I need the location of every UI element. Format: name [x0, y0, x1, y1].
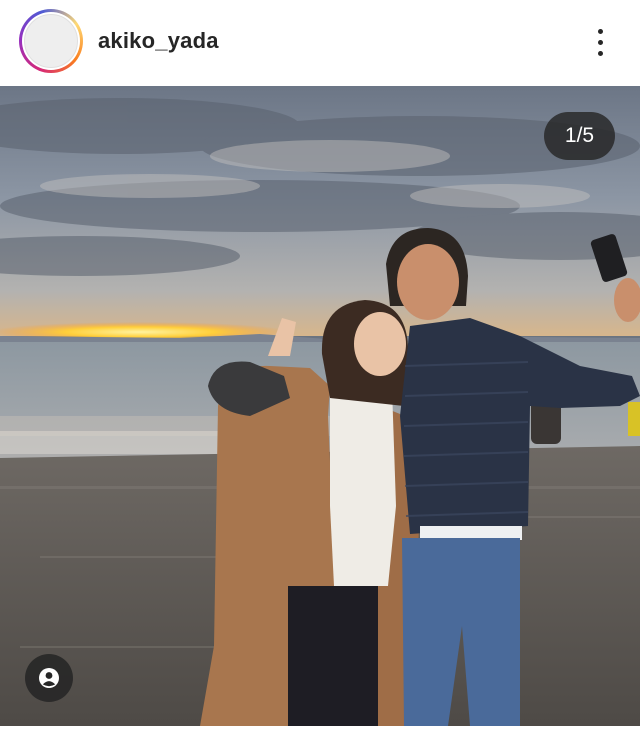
- avatar[interactable]: [24, 14, 78, 68]
- carousel-counter-badge: 1/5: [544, 112, 615, 160]
- post-photo[interactable]: [0, 86, 640, 726]
- post-footer-spacer: [0, 726, 640, 743]
- beach-sunset-photo: [0, 86, 640, 726]
- story-ring[interactable]: [19, 9, 83, 73]
- username[interactable]: akiko_yada: [98, 28, 219, 54]
- post-header: akiko_yada: [0, 0, 640, 86]
- more-options-button[interactable]: [586, 22, 614, 62]
- user-tag-icon: [39, 668, 59, 688]
- tagged-users-button[interactable]: [25, 654, 73, 702]
- more-vertical-icon: [597, 28, 603, 34]
